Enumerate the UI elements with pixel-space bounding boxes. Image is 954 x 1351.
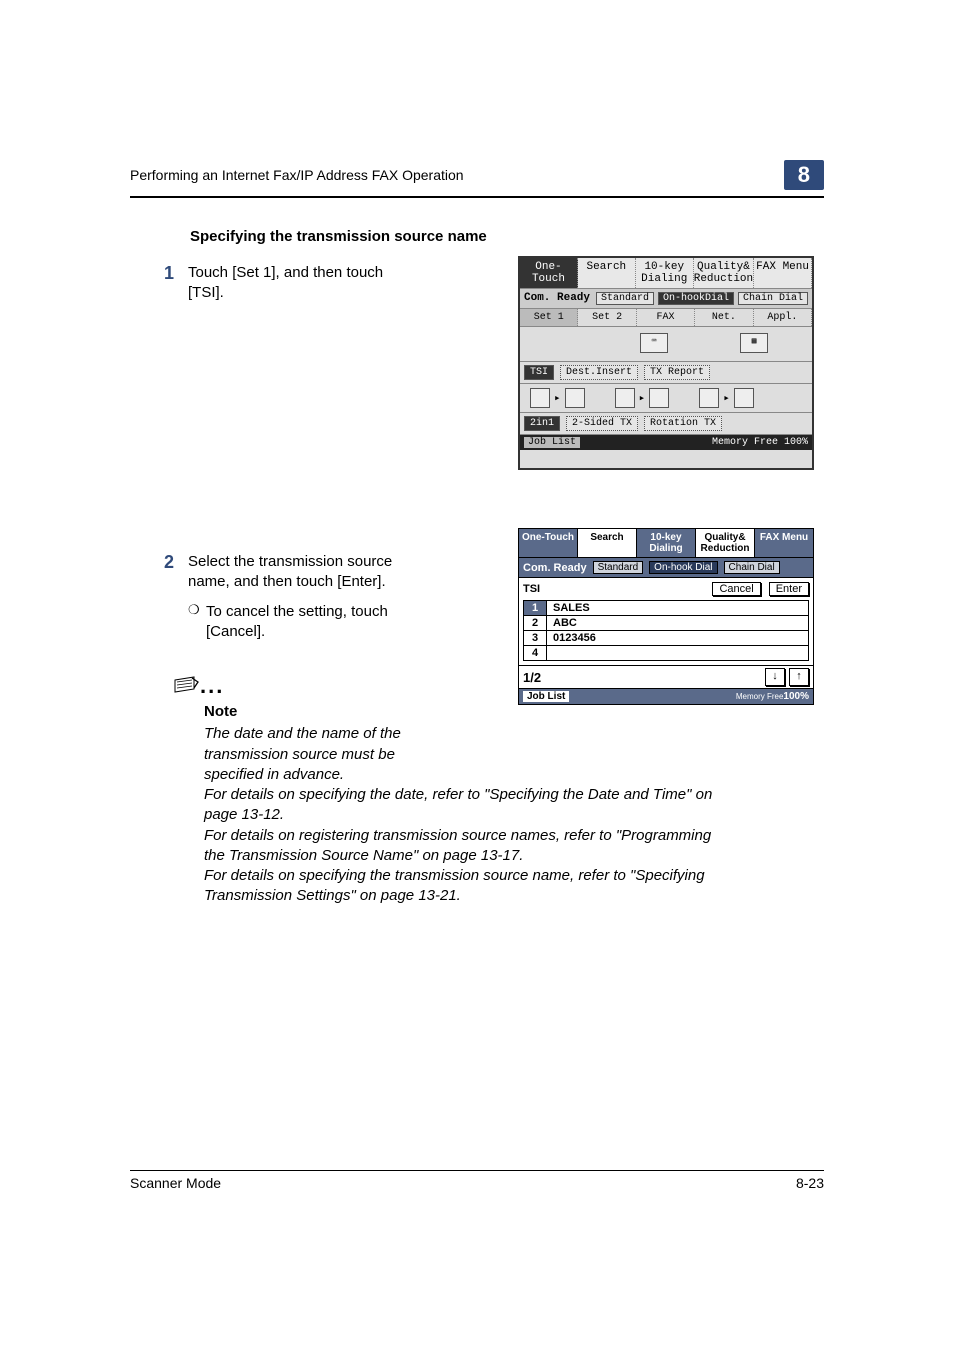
- tsi-button[interactable]: TSI: [524, 365, 554, 380]
- status-label: Com. Ready: [524, 292, 592, 305]
- cancel-button[interactable]: Cancel: [712, 582, 760, 596]
- tsi-label: TSI: [523, 583, 540, 595]
- footer-left: Scanner Mode: [130, 1175, 221, 1191]
- 2sided-tx-button[interactable]: 2-Sided TX: [566, 416, 638, 431]
- tab-quality-reduction[interactable]: Quality& Reduction: [694, 258, 754, 288]
- footer-right: 8-23: [796, 1175, 824, 1191]
- multi-page-icon: [565, 388, 585, 408]
- chain-dial-button[interactable]: Chain Dial: [724, 561, 780, 574]
- note-label: Note: [204, 702, 824, 722]
- rotation-tx-button[interactable]: Rotation TX: [644, 416, 722, 431]
- page-indicator: 1/2: [523, 670, 541, 685]
- step-number-2: 2: [130, 552, 188, 573]
- list-row-val-3[interactable]: 0123456: [547, 631, 602, 645]
- job-list-button[interactable]: Job List: [523, 691, 569, 702]
- subtab-set2[interactable]: Set 2: [578, 309, 636, 326]
- standard-button[interactable]: Standard: [596, 292, 654, 305]
- rotate-after-icon: [734, 388, 754, 408]
- subtab-set1[interactable]: Set 1: [520, 309, 578, 326]
- tab-10key-dialing[interactable]: 10-key Dialing: [637, 529, 696, 557]
- doc1-icon: [615, 388, 635, 408]
- header-rule: [130, 196, 824, 198]
- arrow-icon: ▸: [723, 391, 730, 405]
- subtab-net[interactable]: Net.: [695, 309, 753, 326]
- 2in1-button[interactable]: 2in1: [524, 416, 560, 431]
- running-header: Performing an Internet Fax/IP Address FA…: [130, 167, 464, 183]
- note-dots: ...: [200, 673, 224, 698]
- rotate-before-icon: [699, 388, 719, 408]
- tab-one-touch[interactable]: One-Touch: [520, 258, 578, 288]
- list-row-num-1[interactable]: 1: [524, 601, 547, 615]
- list-row-val-2[interactable]: ABC: [547, 616, 583, 630]
- arrow-icon: ▸: [639, 391, 646, 405]
- enter-button[interactable]: Enter: [769, 582, 809, 596]
- step-1-text: Touch [Set 1], and then touch [TSI].: [188, 263, 398, 304]
- job-list-button[interactable]: Job List: [524, 437, 580, 448]
- doc2-icon: [649, 388, 669, 408]
- arrow-icon: ▸: [554, 391, 561, 405]
- tab-search[interactable]: Search: [578, 529, 637, 557]
- tx-report-button[interactable]: TX Report: [644, 365, 710, 380]
- tab-one-touch[interactable]: One-Touch: [519, 529, 578, 557]
- keyboard-icon: ⌨: [640, 333, 668, 353]
- status-label: Com. Ready: [523, 562, 587, 574]
- list-row-val-1[interactable]: SALES: [547, 601, 596, 615]
- page-down-button[interactable]: ↓: [765, 668, 785, 686]
- device-screen-set1: One-Touch Search 10-key Dialing Quality&…: [518, 256, 814, 470]
- standard-button[interactable]: Standard: [593, 561, 644, 574]
- tab-fax-menu[interactable]: FAX Menu: [755, 529, 813, 557]
- bullet-icon: ❍: [188, 602, 206, 619]
- chain-dial-button[interactable]: Chain Dial: [738, 292, 808, 305]
- step-2-sub: To cancel the setting, touch [Cancel].: [206, 602, 398, 643]
- note-text-1: The date and the name of the transmissio…: [204, 724, 424, 785]
- list-row-num-2[interactable]: 2: [524, 616, 547, 630]
- on-hook-dial-button[interactable]: On-hook Dial: [649, 561, 717, 574]
- footer-rule: [130, 1170, 824, 1171]
- list-row-num-4[interactable]: 4: [524, 646, 547, 660]
- note-text-2: For details on specifying the date, refe…: [204, 785, 724, 826]
- note-icon: [174, 676, 200, 694]
- tab-search[interactable]: Search: [578, 258, 636, 288]
- single-page-icon: [530, 388, 550, 408]
- step-number-1: 1: [130, 263, 188, 284]
- section-heading: Specifying the transmission source name: [190, 228, 824, 245]
- on-hook-dial-button[interactable]: On-hookDial: [658, 292, 734, 305]
- tab-quality-reduction[interactable]: Quality& Reduction: [696, 529, 755, 557]
- memory-indicator: Memory Free 100%: [712, 437, 808, 448]
- list-row-num-3[interactable]: 3: [524, 631, 547, 645]
- tab-10key-dialing[interactable]: 10-key Dialing: [636, 258, 694, 288]
- page-up-button[interactable]: ↑: [789, 668, 809, 686]
- tab-fax-menu[interactable]: FAX Menu: [754, 258, 812, 288]
- subtab-fax[interactable]: FAX: [637, 309, 695, 326]
- subtab-appl[interactable]: Appl.: [754, 309, 812, 326]
- device-screen-tsi-list: One-Touch Search 10-key Dialing Quality&…: [518, 528, 814, 705]
- note-text-3: For details on registering transmission …: [204, 826, 724, 867]
- list-row-val-4[interactable]: [547, 646, 559, 660]
- memory-indicator: Memory Free100%: [736, 691, 809, 702]
- grid-icon: ▦: [740, 333, 768, 353]
- note-text-4: For details on specifying the transmissi…: [204, 866, 724, 907]
- chapter-number: 8: [784, 160, 824, 190]
- step-2-text: Select the transmission source name, and…: [188, 552, 398, 593]
- dest-insert-button[interactable]: Dest.Insert: [560, 365, 638, 380]
